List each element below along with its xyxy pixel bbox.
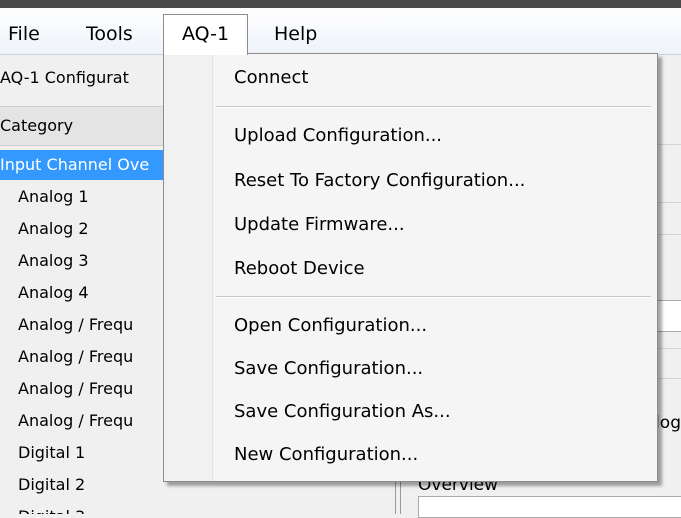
menu-item-update-firmware[interactable]: Update Firmware... [234,209,405,241]
menu-aq1[interactable]: AQ-1 [163,14,249,55]
tree-item-digital-3[interactable]: Digital 3 [0,502,210,514]
menu-tools[interactable]: Tools [80,16,139,52]
overview-panel [418,496,681,518]
menu-bar: File Tools AQ-1 Help [0,8,681,55]
menu-separator [216,106,651,108]
menu-item-save-configuration[interactable]: Save Configuration... [234,353,423,385]
menu-file[interactable]: File [2,16,46,52]
menu-item-connect[interactable]: Connect [234,62,308,94]
menu-separator [216,296,651,298]
menu-help[interactable]: Help [268,16,323,52]
window-top-edge [0,0,681,8]
menu-item-upload-configuration[interactable]: Upload Configuration... [234,120,442,152]
aq1-dropdown-menu: Connect Upload Configuration... Reset To… [163,53,658,482]
menu-item-reset-factory[interactable]: Reset To Factory Configuration... [234,165,525,197]
partial-label: log [655,413,681,433]
menu-item-open-configuration[interactable]: Open Configuration... [234,310,427,342]
menu-icon-gutter [164,54,213,481]
menu-item-new-configuration[interactable]: New Configuration... [234,439,418,471]
menu-item-reboot-device[interactable]: Reboot Device [234,253,365,285]
menu-item-save-configuration-as[interactable]: Save Configuration As... [234,396,451,428]
